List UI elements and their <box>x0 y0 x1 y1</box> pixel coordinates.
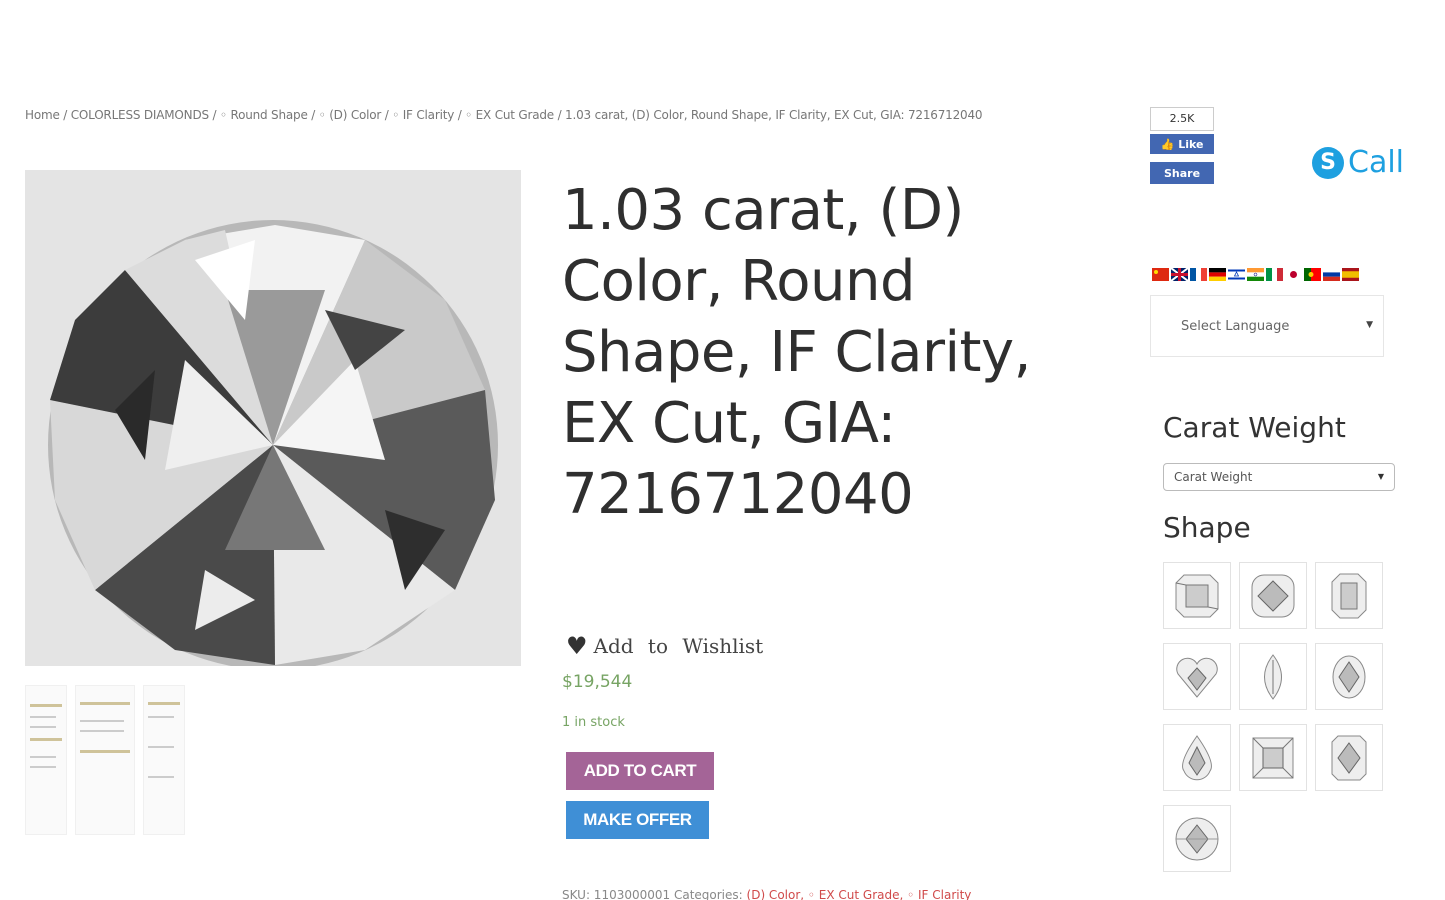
meta-categories-link[interactable]: (D) Color, ◦ EX Cut Grade, ◦ IF Clarity <box>747 888 972 900</box>
like-count: 2.5K <box>1150 107 1214 131</box>
spain-flag-icon[interactable] <box>1342 268 1359 281</box>
facebook-share-button[interactable]: Share <box>1150 162 1214 184</box>
thumbnail-strip <box>25 685 185 840</box>
skype-call-button[interactable]: S Call <box>1312 145 1404 180</box>
heart-icon: ♥ <box>566 632 588 660</box>
carat-weight-title: Carat Weight <box>1163 411 1346 444</box>
thumbs-up-icon: 👍 <box>1160 137 1175 151</box>
shape-round-icon[interactable] <box>1163 805 1231 872</box>
shape-heart-icon[interactable] <box>1163 643 1231 710</box>
diamond-image <box>25 170 521 666</box>
skype-icon: S <box>1312 146 1344 179</box>
carat-weight-select-value: Carat Weight <box>1174 470 1253 484</box>
language-select-placeholder: Select Language <box>1181 318 1290 334</box>
wishlist-label: Add to Wishlist <box>593 634 764 658</box>
language-flags <box>1152 268 1359 281</box>
france-flag-icon[interactable] <box>1190 268 1207 281</box>
italy-flag-icon[interactable] <box>1266 268 1283 281</box>
product-meta: SKU: 1103000001 Categories: (D) Color, ◦… <box>562 888 971 900</box>
shape-asscher-icon[interactable] <box>1163 562 1231 629</box>
shape-cushion-icon[interactable] <box>1239 562 1307 629</box>
uk-flag-icon[interactable] <box>1171 268 1188 281</box>
breadcrumb-text[interactable]: Home / COLORLESS DIAMONDS / ◦ Round Shap… <box>25 108 983 122</box>
thumbnail-certificate-3[interactable] <box>143 685 185 835</box>
meta-prefix: SKU: 1103000001 Categories: <box>562 888 747 900</box>
add-to-wishlist-link[interactable]: ♥ Add to Wishlist <box>566 634 763 658</box>
thumbnail-certificate-2[interactable] <box>75 685 135 835</box>
russia-flag-icon[interactable] <box>1323 268 1340 281</box>
germany-flag-icon[interactable] <box>1209 268 1226 281</box>
portugal-flag-icon[interactable] <box>1304 268 1321 281</box>
product-title: 1.03 carat, (D) Color, Round Shape, IF C… <box>562 178 1031 527</box>
shape-radiant-icon[interactable] <box>1315 724 1383 791</box>
carat-weight-select[interactable]: Carat Weight ▼ <box>1163 463 1395 491</box>
make-offer-button[interactable]: MAKE OFFER <box>566 801 709 839</box>
breadcrumb[interactable]: Home / COLORLESS DIAMONDS / ◦ Round Shap… <box>25 100 1035 130</box>
like-label: Like <box>1178 137 1204 151</box>
call-label: Call <box>1348 145 1405 180</box>
thumbnail-certificate-1[interactable] <box>25 685 67 835</box>
shape-princess-icon[interactable] <box>1239 724 1307 791</box>
facebook-widget: 2.5K 👍 Like Share <box>1150 107 1214 184</box>
add-to-cart-button[interactable]: ADD TO CART <box>566 752 714 790</box>
japan-flag-icon[interactable] <box>1285 268 1302 281</box>
stock-status: 1 in stock <box>562 715 625 730</box>
chevron-down-icon: ▼ <box>1366 320 1373 330</box>
facebook-like-button[interactable]: 👍 Like <box>1150 134 1214 154</box>
shape-title: Shape <box>1163 511 1251 544</box>
shape-oval-icon[interactable] <box>1315 643 1383 710</box>
product-price: $19,544 <box>562 672 633 692</box>
shape-emerald-icon[interactable] <box>1315 562 1383 629</box>
shape-marquise-icon[interactable] <box>1239 643 1307 710</box>
language-select[interactable]: Select Language ▼ <box>1150 295 1384 357</box>
china-flag-icon[interactable] <box>1152 268 1169 281</box>
product-main-image[interactable] <box>25 170 521 666</box>
shape-pear-icon[interactable] <box>1163 724 1231 791</box>
india-flag-icon[interactable] <box>1247 268 1264 281</box>
chevron-down-icon: ▼ <box>1377 472 1384 481</box>
israel-flag-icon[interactable] <box>1228 268 1245 281</box>
